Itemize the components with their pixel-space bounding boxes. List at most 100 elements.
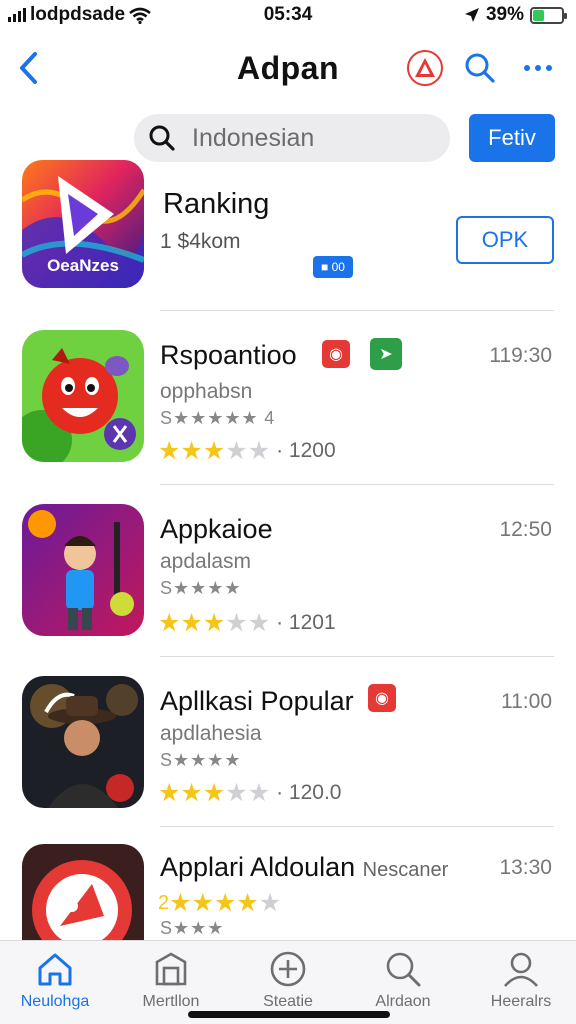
app-list-item[interactable]: Rspoantioo ◉ ➤ opphabsn S★★★★★ 4 ★★★★★ ·… [0, 320, 576, 480]
app-name: Applari Aldoulan Nescaner [160, 852, 448, 883]
star-empty-icon: ★ [247, 437, 271, 465]
star-filled-icon: ★ [180, 779, 203, 807]
app-time: 11:00 [501, 690, 552, 713]
search-input[interactable]: Indonesian [134, 114, 450, 162]
open-button[interactable]: OPK [456, 216, 554, 264]
app-name: Rspoantioo [160, 340, 297, 370]
app-developer: apdalasm [160, 550, 252, 573]
tab-search[interactable]: Alrdaon [348, 949, 458, 1011]
app-name: Appkaioe [160, 514, 273, 544]
star-filled-icon: ★ [180, 609, 203, 637]
star-empty-icon: ★ [247, 609, 271, 637]
star-rating: ★★★★★ [158, 608, 270, 638]
app-list-item[interactable]: Apllkasi Popular ◉ apdlahesia S★★★★ ★★★★… [0, 666, 576, 826]
status-bar: lodpdsade 05:34 39% [0, 0, 576, 30]
app-time: 12:50 [499, 518, 552, 541]
rating-prefix: 2 [158, 891, 170, 914]
star-rating: ★★★★★ [158, 436, 270, 466]
more-button[interactable] [516, 50, 560, 86]
app-rating: ★★★★★ · 120.0 [158, 778, 342, 808]
star-filled-icon: ★ [158, 609, 181, 637]
featured-title: Ranking [163, 188, 270, 220]
battery-percent: 39% [485, 4, 524, 25]
rating-count: · 1201 [276, 611, 336, 634]
featured-icon-caption: OeaNzes [47, 256, 119, 275]
star-filled-icon: ★ [191, 889, 214, 917]
star-filled-icon: ★ [236, 889, 259, 917]
star-filled-icon: ★ [180, 437, 203, 465]
tab-profile[interactable]: Heeralrs [466, 949, 576, 1011]
tab-store[interactable]: Mertllon [116, 949, 226, 1011]
app-developer: apdlahesia [160, 722, 262, 745]
filter-button[interactable]: Fetiv [469, 114, 555, 162]
app-rating: ★★★★★ · 1201 [158, 608, 336, 638]
app-name-text: Applari Aldoulan [160, 852, 356, 882]
app-developer: opphabsn [160, 380, 253, 403]
red-app-badge-icon: ◉ [322, 340, 350, 368]
plus-circle-icon [233, 949, 343, 989]
star-rating: ★★★★★ [158, 778, 270, 808]
tab-create[interactable]: Steatie [233, 949, 343, 1011]
app-stars-text: S★★★★★ 4 [160, 408, 276, 428]
star-filled-icon: ★ [202, 437, 226, 465]
divider [160, 826, 554, 827]
divider [160, 484, 554, 485]
tab-label: Mertllon [142, 993, 200, 1010]
battery-icon [530, 6, 567, 24]
location-arrow-icon [464, 8, 479, 22]
triangle-logo-icon [415, 58, 435, 77]
tab-label: Neulohga [20, 993, 90, 1010]
tab-label: Heeralrs [490, 993, 552, 1010]
search-icon [348, 949, 458, 989]
rating-count: · 120.0 [276, 781, 342, 804]
star-empty-icon: ★ [225, 609, 248, 637]
star-empty-icon: ★ [225, 779, 248, 807]
app-stars-text: S★★★★ [160, 578, 242, 598]
star-filled-icon: ★ [158, 437, 181, 465]
star-filled-icon: ★ [202, 779, 226, 807]
divider [160, 310, 554, 311]
battery-fill [533, 9, 544, 21]
green-app-badge-icon: ➤ [370, 338, 402, 370]
red-app-badge-icon: ◉ [368, 684, 396, 712]
home-icon [0, 949, 110, 989]
app-stars-text: S★★★ [160, 918, 225, 938]
tab-home[interactable]: Neulohga [0, 949, 110, 1011]
nav-bar: Adpan [0, 40, 576, 96]
search-icon [465, 53, 495, 83]
app-time: 13:30 [499, 856, 552, 879]
nav-search-button[interactable] [462, 50, 498, 86]
rating-count: · 1200 [276, 439, 336, 462]
app-time: 119:30 [489, 344, 552, 367]
featured-chip: ■ 00 [313, 256, 353, 278]
star-filled-icon: ★ [169, 889, 192, 917]
search-value: Indonesian [192, 123, 315, 152]
divider [160, 656, 554, 657]
star-rating: ★★★★★ [169, 888, 281, 918]
home-indicator [188, 1011, 390, 1018]
app-icon [22, 504, 144, 636]
status-right: 39% [464, 4, 567, 26]
search-field-icon [149, 125, 175, 151]
star-empty-icon: ★ [247, 779, 271, 807]
featured-app-icon: OeaNzes [22, 160, 144, 288]
store-icon [116, 949, 226, 989]
app-icon [22, 676, 144, 808]
tab-label: Alrdaon [375, 993, 431, 1010]
app-name: Apllkasi Popular [160, 686, 354, 716]
star-empty-icon: ★ [258, 889, 282, 917]
app-badge-button[interactable] [407, 50, 443, 86]
star-empty-icon: ★ [225, 437, 248, 465]
app-stars-text: S★★★★ [160, 750, 242, 770]
person-icon [466, 949, 576, 989]
featured-subtitle: 1 $4kom [160, 230, 241, 253]
star-filled-icon: ★ [158, 779, 181, 807]
app-rating: ★★★★★ · 1200 [158, 436, 336, 466]
star-filled-icon: ★ [202, 609, 226, 637]
featured-app[interactable]: OeaNzes Ranking 1 $4kom ■ 00 OPK [0, 158, 576, 308]
app-name-suffix: Nescaner [362, 859, 449, 881]
app-list-item[interactable]: Appkaioe apdalasm S★★★★ ★★★★★ · 1201 12:… [0, 494, 576, 654]
tab-label: Steatie [263, 993, 313, 1010]
app-icon [22, 330, 144, 462]
app-rating: 2 ★★★★★ [158, 888, 281, 918]
